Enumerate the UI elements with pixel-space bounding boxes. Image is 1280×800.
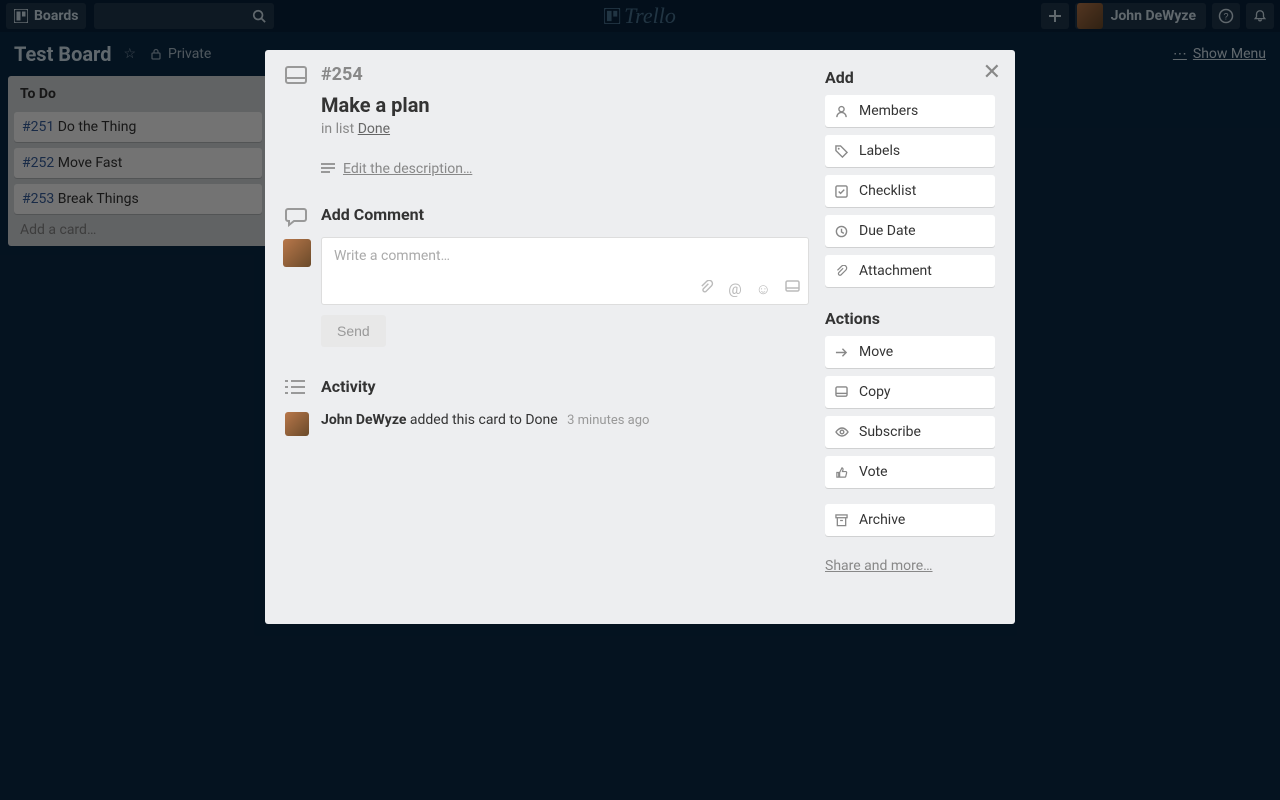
due-date-button[interactable]: Due Date — [825, 215, 995, 247]
send-button[interactable]: Send — [321, 315, 386, 347]
modal-overlay[interactable]: ✕ #254 Make a plan in list Done Edit the… — [0, 0, 1280, 800]
comment-box: @ ☺ — [321, 237, 809, 305]
subscribe-button[interactable]: Subscribe — [825, 416, 995, 448]
card-ref-icon[interactable] — [785, 280, 800, 298]
activity-user: John DeWyze — [321, 412, 406, 428]
list-link[interactable]: Done — [358, 121, 390, 137]
move-button[interactable]: Move — [825, 336, 995, 368]
checklist-icon — [835, 185, 849, 198]
vote-button[interactable]: Vote — [825, 456, 995, 488]
activity-heading: Activity — [321, 377, 376, 396]
attachment-icon — [835, 265, 849, 278]
actions-heading: Actions — [825, 309, 995, 328]
in-list-label: in list Done — [321, 121, 430, 137]
avatar — [283, 239, 311, 267]
add-heading: Add — [825, 68, 995, 87]
thumbs-up-icon — [835, 466, 849, 479]
comment-input[interactable] — [334, 248, 796, 280]
close-button[interactable]: ✕ — [983, 60, 1001, 85]
add-comment-heading: Add Comment — [321, 205, 424, 224]
emoji-icon[interactable]: ☺ — [756, 280, 771, 298]
user-icon — [835, 105, 849, 118]
tag-icon — [835, 145, 849, 158]
card-dialog: ✕ #254 Make a plan in list Done Edit the… — [265, 50, 1015, 624]
members-button[interactable]: Members — [825, 95, 995, 127]
mention-icon[interactable]: @ — [728, 280, 741, 298]
copy-icon — [835, 386, 849, 398]
activity-time: 3 minutes ago — [567, 413, 649, 428]
edit-description-button[interactable]: Edit the description… — [321, 161, 472, 177]
archive-icon — [835, 514, 849, 527]
share-more-button[interactable]: Share and more… — [825, 558, 933, 574]
activity-text: added this card to Done — [406, 412, 557, 428]
copy-button[interactable]: Copy — [825, 376, 995, 408]
activity-item: John DeWyze added this card to Done 3 mi… — [321, 412, 809, 428]
archive-button[interactable]: Archive — [825, 504, 995, 536]
comment-icon — [285, 207, 307, 227]
description-icon — [321, 163, 335, 175]
avatar — [285, 412, 309, 436]
card-title[interactable]: Make a plan — [321, 93, 430, 117]
attachment-button[interactable]: Attachment — [825, 255, 995, 287]
checklist-button[interactable]: Checklist — [825, 175, 995, 207]
eye-icon — [835, 427, 849, 437]
attachment-icon[interactable] — [699, 280, 714, 298]
labels-button[interactable]: Labels — [825, 135, 995, 167]
card-icon — [285, 66, 307, 86]
activity-icon — [285, 379, 307, 395]
card-number: #254 — [321, 64, 430, 85]
arrow-right-icon — [835, 347, 849, 358]
clock-icon — [835, 225, 849, 238]
